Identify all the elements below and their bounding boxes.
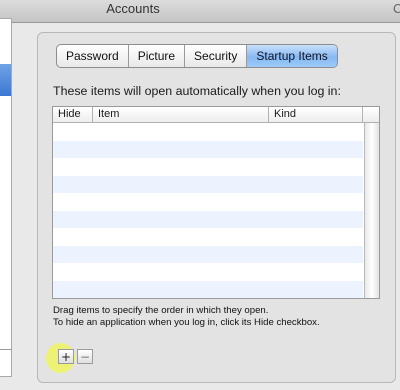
tab-password[interactable]: Password: [57, 45, 129, 67]
column-header-kind[interactable]: Kind: [269, 107, 363, 122]
account-tabs: Password Picture Security Startup Items: [56, 44, 338, 68]
vertical-scrollbar[interactable]: [364, 123, 379, 298]
tab-security[interactable]: Security: [185, 45, 248, 67]
add-item-button[interactable]: +: [58, 349, 74, 364]
table-row[interactable]: [53, 210, 363, 228]
table-row[interactable]: [53, 123, 363, 141]
table-row[interactable]: [53, 140, 363, 158]
selected-account-highlight[interactable]: [0, 64, 11, 96]
help-line-order: Drag items to specify the order in which…: [53, 305, 269, 316]
table-header: Hide Item Kind: [53, 107, 379, 123]
window-titlebar: Accounts C: [0, 0, 400, 23]
table-row[interactable]: [53, 158, 363, 176]
table-row[interactable]: [53, 280, 363, 298]
table-row[interactable]: [53, 263, 363, 281]
column-header-hide[interactable]: Hide: [53, 107, 93, 122]
startup-items-intro: These items will open automatically when…: [53, 84, 341, 98]
tab-picture[interactable]: Picture: [129, 45, 186, 67]
window-title: Accounts: [106, 1, 160, 16]
titlebar-edge-glyph: C: [393, 1, 400, 16]
table-rows: [53, 123, 363, 298]
table-row[interactable]: [53, 193, 363, 211]
accounts-list-edge[interactable]: [0, 18, 12, 377]
table-row[interactable]: [53, 245, 363, 263]
remove-item-button[interactable]: −: [77, 349, 93, 364]
column-header-item[interactable]: Item: [93, 107, 269, 122]
startup-items-table[interactable]: Hide Item Kind: [52, 106, 380, 299]
table-row[interactable]: [53, 175, 363, 193]
startup-items-help: Drag items to specify the order in which…: [53, 305, 320, 329]
column-header-spacer: [363, 107, 379, 122]
left-pane-divider: [0, 349, 12, 350]
help-line-hide: To hide an application when you log in, …: [53, 317, 320, 328]
tab-startup-items[interactable]: Startup Items: [247, 45, 337, 67]
table-row[interactable]: [53, 228, 363, 246]
